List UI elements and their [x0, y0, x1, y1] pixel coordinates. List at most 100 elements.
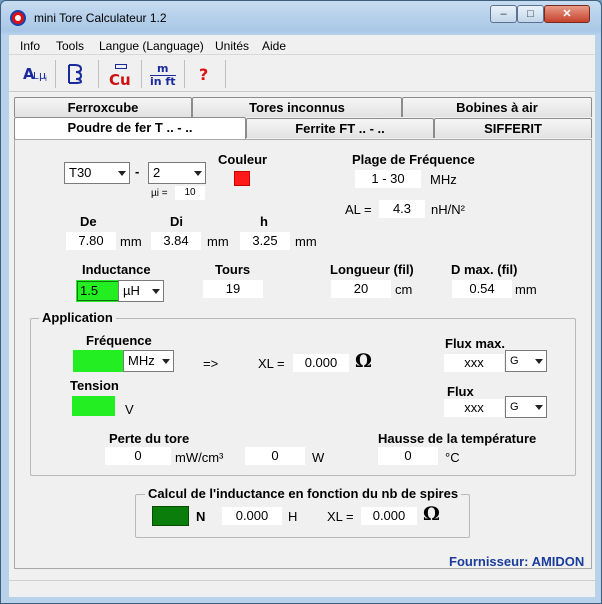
tab-bobines-a-air[interactable]: Bobines à air — [402, 97, 592, 117]
dmax-unit: mm — [515, 282, 537, 297]
chevron-down-icon — [535, 405, 543, 410]
turns-label: Tours — [215, 262, 251, 277]
voltage-label: Tension — [70, 378, 119, 393]
wire-length-label: Longueur (fil) — [330, 262, 414, 277]
copper-icon[interactable]: Cu — [105, 60, 135, 89]
temp-rise-label: Hausse de la température — [378, 431, 537, 446]
inductance-unit-select[interactable]: µH — [118, 280, 164, 302]
maximize-button[interactable]: □ — [517, 5, 544, 23]
al-label: AL = — [345, 202, 372, 217]
material-select[interactable]: 2 — [148, 162, 206, 184]
coil-icon[interactable] — [62, 60, 92, 88]
wire-length-value: 20 — [331, 280, 391, 298]
flux-max-unit-select[interactable]: G — [505, 350, 547, 372]
material-value: 2 — [153, 165, 161, 180]
core-loss-label: Perte du tore — [109, 431, 190, 446]
calc-inductance-unit: H — [288, 509, 298, 524]
di-value: 3.84 — [151, 232, 201, 250]
core-loss-unit: mW/cm³ — [175, 450, 224, 465]
menu-bar: Info Tools Langue (Language) Unités Aide — [9, 35, 595, 55]
app-window: mini Tore Calculateur 1.2 – □ ✕ Info Too… — [0, 0, 602, 604]
inductance-unit-value: µH — [123, 283, 140, 298]
dmax-label: D max. (fil) — [451, 262, 518, 277]
frequency-label: Fréquence — [86, 333, 152, 348]
ohm-icon: Ω — [355, 350, 372, 372]
frequency-unit-value: MHz — [128, 353, 155, 368]
flux-label: Flux — [447, 384, 474, 399]
app-logo-icon — [10, 10, 26, 26]
al-mu-icon[interactable]: A L μ i — [19, 60, 49, 88]
chevron-down-icon — [162, 359, 170, 364]
minimize-button[interactable]: – — [490, 5, 517, 23]
chevron-down-icon — [152, 289, 160, 294]
turns-n-input[interactable] — [152, 506, 189, 526]
toolbar-separator — [225, 60, 226, 88]
h-unit: mm — [295, 234, 317, 249]
xl-value: 0.000 — [293, 354, 349, 372]
wire-length-unit: cm — [395, 282, 413, 297]
color-label: Couleur — [218, 152, 268, 167]
calc-xl-value: 0.000 — [361, 507, 417, 525]
inductance-label: Inductance — [82, 262, 151, 277]
client-area: Info Tools Langue (Language) Unités Aide… — [9, 35, 595, 597]
tab-ferroxcube[interactable]: Ferroxcube — [14, 97, 192, 117]
mu-value: 10 — [175, 186, 205, 200]
tab-poudre-de-fer[interactable]: Poudre de fer T .. - .. — [14, 117, 246, 139]
tab-ferrite-ft[interactable]: Ferrite FT .. - .. — [246, 118, 434, 138]
m-inft-icon[interactable]: m in ft — [147, 60, 177, 88]
toolbar-separator — [98, 60, 99, 88]
toolbar-separator — [141, 60, 142, 88]
supplier-label: Fournisseur: AMIDON — [449, 554, 585, 569]
menu-units[interactable]: Unités — [215, 39, 249, 53]
core-dash: - — [135, 164, 140, 179]
calc-xl-label: XL = — [327, 509, 354, 524]
de-value: 7.80 — [66, 232, 116, 250]
close-button[interactable]: ✕ — [544, 5, 590, 23]
menu-info[interactable]: Info — [20, 39, 40, 53]
core-color-swatch — [234, 171, 250, 186]
di-unit: mm — [207, 234, 229, 249]
chevron-down-icon — [535, 359, 543, 364]
freq-range-label: Plage de Fréquence — [352, 152, 475, 167]
tab-strip: Ferroxcube Tores inconnus Bobines à air … — [14, 97, 592, 141]
toolbar-separator — [55, 60, 56, 88]
tab-tores-inconnus[interactable]: Tores inconnus — [192, 97, 402, 117]
window-title: mini Tore Calculateur 1.2 — [34, 11, 167, 25]
h-label: h — [260, 214, 268, 229]
menu-tools[interactable]: Tools — [56, 39, 84, 53]
de-unit: mm — [120, 234, 142, 249]
h-value: 3.25 — [240, 232, 290, 250]
temp-rise-value: 0 — [378, 447, 438, 465]
voltage-input[interactable] — [72, 396, 115, 416]
toolbar: A L μ i Cu m in ft ? — [9, 56, 595, 92]
mu-label: µi = — [151, 188, 168, 199]
xl-label: XL = — [258, 356, 285, 371]
chevron-down-icon — [194, 171, 202, 176]
flux-max-unit-value: G — [510, 355, 519, 367]
application-title: Application — [39, 310, 116, 325]
frequency-input[interactable] — [73, 350, 123, 372]
inductance-input[interactable]: 1.5 — [77, 281, 119, 301]
core-size-select[interactable]: T30 — [64, 162, 130, 184]
toolbar-separator — [184, 60, 185, 88]
di-label: Di — [170, 214, 183, 229]
title-bar[interactable]: mini Tore Calculateur 1.2 – □ ✕ — [1, 1, 601, 35]
menu-language[interactable]: Langue (Language) — [99, 39, 204, 53]
dmax-value: 0.54 — [452, 280, 512, 298]
core-loss-value: 0 — [105, 447, 171, 465]
temp-rise-unit: °C — [445, 450, 460, 465]
frequency-unit-select[interactable]: MHz — [123, 350, 174, 372]
core-size-value: T30 — [69, 165, 92, 180]
help-icon[interactable]: ? — [189, 60, 219, 88]
ohm-icon: Ω — [423, 503, 440, 525]
inductance-by-turns-title: Calcul de l'inductance en fonction du nb… — [145, 486, 462, 501]
turns-n-label: N — [196, 509, 206, 524]
flux-unit-select[interactable]: G — [505, 396, 547, 418]
core-loss-w-value: 0 — [245, 447, 305, 465]
tab-sifferit[interactable]: SIFFERIT — [434, 118, 592, 138]
flux-max-label: Flux max. — [445, 336, 505, 351]
menu-help[interactable]: Aide — [262, 39, 286, 53]
al-value: 4.3 — [379, 200, 425, 218]
flux-value: xxx — [444, 399, 504, 417]
freq-range-unit: MHz — [430, 172, 457, 187]
